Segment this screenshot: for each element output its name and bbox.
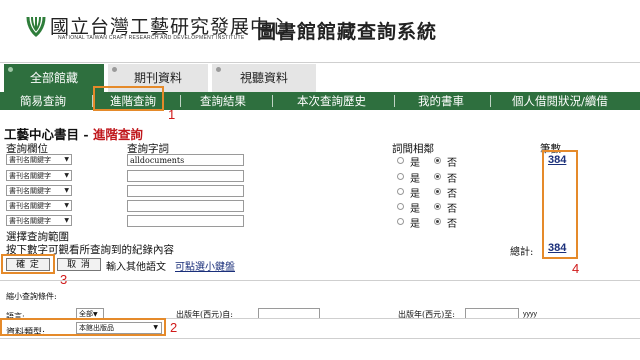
divider <box>0 280 640 281</box>
keyboard-link[interactable]: 可點選小鍵盤 <box>175 258 235 273</box>
tab-label: 視聽資料 <box>239 71 288 85</box>
annotation-1: 1 <box>168 107 176 122</box>
nav-my-cart[interactable]: 我的書車 <box>418 92 464 110</box>
tab-label: 期刊資料 <box>133 71 182 85</box>
cancel-button[interactable]: 取 消 <box>57 258 101 271</box>
adjacent-no-label: 否 <box>447 189 457 200</box>
nav-search-history[interactable]: 本次查詢歷史 <box>297 92 366 110</box>
other-language-label: 輸入其他語文 <box>106 262 166 273</box>
field-select[interactable]: 書刊名關鍵字 ▼ <box>6 200 72 211</box>
chevron-down-icon: ▼ <box>93 311 98 318</box>
logo-subtitle: NATIONAL TAIWAN CRAFT RESEARCH AND DEVEL… <box>58 35 245 41</box>
chevron-down-icon: ▼ <box>64 187 69 194</box>
adjacent-no-label: 否 <box>447 158 457 169</box>
field-select-value: 書刊名關鍵字 <box>9 172 51 180</box>
term-input[interactable] <box>127 215 244 227</box>
annotation-4: 4 <box>572 261 580 276</box>
divider <box>0 62 640 63</box>
tab-label: 全部館藏 <box>29 71 78 85</box>
chevron-down-icon: ▼ <box>64 172 69 179</box>
adjacent-no-label: 否 <box>447 219 457 230</box>
adjacent-yes-radio[interactable] <box>397 173 404 180</box>
chevron-down-icon: ▼ <box>64 202 69 209</box>
field-select-value: 書刊名關鍵字 <box>9 187 51 195</box>
term-input[interactable] <box>127 185 244 197</box>
tab-dot-icon <box>216 67 221 72</box>
highlight-box-advanced-search <box>93 86 164 111</box>
adjacent-no-radio[interactable] <box>434 218 441 225</box>
nav-separator <box>394 95 395 107</box>
adjacent-no-label: 否 <box>447 174 457 185</box>
term-input[interactable] <box>127 170 244 182</box>
field-select-value: 書刊名關鍵字 <box>9 217 51 225</box>
tab-dot-icon <box>8 67 13 72</box>
adjacent-no-radio[interactable] <box>434 157 441 164</box>
limits-title: 縮小查詢條件: <box>6 292 57 301</box>
field-select[interactable]: 書刊名關鍵字 ▼ <box>6 154 72 165</box>
highlight-box-type <box>0 318 166 336</box>
nav-search-results[interactable]: 查詢結果 <box>200 92 246 110</box>
term-input[interactable]: alldocuments <box>127 154 244 166</box>
adjacent-yes-radio[interactable] <box>397 218 404 225</box>
field-select-value: 書刊名關鍵字 <box>9 156 51 164</box>
adjacent-no-radio[interactable] <box>434 188 441 195</box>
adjacent-yes-label: 是 <box>410 158 420 169</box>
nav-separator <box>490 95 491 107</box>
field-select[interactable]: 書刊名關鍵字 ▼ <box>6 185 72 196</box>
adjacent-yes-radio[interactable] <box>397 203 404 210</box>
annotation-2: 2 <box>170 320 178 335</box>
field-select-value: 書刊名關鍵字 <box>9 202 51 210</box>
language-select-value: 全部 <box>79 310 93 318</box>
page-title-main: 工藝中心書目 <box>4 127 80 142</box>
highlight-box-count <box>542 150 578 259</box>
tab-audiovisual[interactable]: 視聽資料 <box>212 64 316 92</box>
chevron-down-icon: ▼ <box>64 156 69 163</box>
nav-separator <box>180 95 181 107</box>
page-title-separator: - <box>79 127 93 142</box>
nav-personal-loans[interactable]: 個人借閱狀況/續借 <box>512 92 608 110</box>
logo-icon <box>26 16 46 37</box>
tab-dot-icon <box>112 67 117 72</box>
divider <box>0 338 640 339</box>
adjacent-no-radio[interactable] <box>434 203 441 210</box>
total-label: 總計: <box>510 247 534 258</box>
tab-all-holdings[interactable]: 全部館藏 <box>4 64 104 92</box>
system-title: 圖書館館藏查詢系統 <box>257 21 438 43</box>
adjacent-yes-label: 是 <box>410 204 420 215</box>
adjacent-yes-label: 是 <box>410 219 420 230</box>
nav-simple-search[interactable]: 簡易查詢 <box>20 92 66 110</box>
adjacent-yes-label: 是 <box>410 189 420 200</box>
adjacent-yes-radio[interactable] <box>397 157 404 164</box>
page-title-sub: 進階查詢 <box>92 127 143 142</box>
year-unit-hint: yyyy <box>523 311 537 318</box>
nav-separator <box>272 95 273 107</box>
adjacent-yes-label: 是 <box>410 174 420 185</box>
adjacent-no-label: 否 <box>447 204 457 215</box>
adjacent-no-radio[interactable] <box>434 173 441 180</box>
term-input[interactable] <box>127 200 244 212</box>
chevron-down-icon: ▼ <box>64 217 69 224</box>
field-select[interactable]: 書刊名關鍵字 ▼ <box>6 215 72 226</box>
field-select[interactable]: 書刊名關鍵字 ▼ <box>6 170 72 181</box>
adjacent-yes-radio[interactable] <box>397 188 404 195</box>
highlight-box-confirm <box>1 254 55 274</box>
